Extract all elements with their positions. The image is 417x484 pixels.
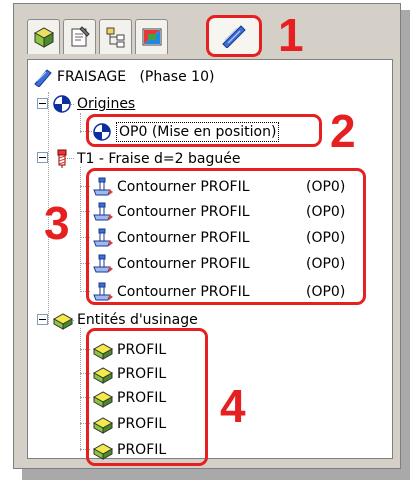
callout-box-2 xyxy=(86,114,322,147)
toolpath-icon xyxy=(34,69,52,87)
collapse-origines-toggle[interactable] xyxy=(37,98,48,109)
callout-number-4: 4 xyxy=(220,380,246,432)
collapse-tool-toggle[interactable] xyxy=(37,152,48,163)
tree-root-label: FRAISAGE (Phase 10) xyxy=(57,69,215,85)
tab-cube[interactable] xyxy=(27,19,60,54)
callout-number-1: 1 xyxy=(278,9,304,61)
tree-root-fraisage[interactable]: FRAISAGE (Phase 10) xyxy=(32,66,214,88)
machining-feature-icon xyxy=(52,313,74,330)
callout-number-2: 2 xyxy=(330,105,356,157)
tree-item-label: T1 - Fraise d=2 baguée xyxy=(77,151,241,167)
properties-icon xyxy=(71,26,90,47)
tree-item-tool-t1[interactable]: T1 - Fraise d=2 baguée xyxy=(52,148,240,170)
tree-line xyxy=(80,113,81,133)
milling-tool-icon xyxy=(57,149,67,168)
tab-tree-hierarchy[interactable] xyxy=(99,19,132,54)
tab-palette[interactable] xyxy=(135,19,168,54)
palette-icon xyxy=(142,28,162,46)
tree-hierarchy-icon xyxy=(106,27,125,48)
tree-item-origines[interactable]: Origines xyxy=(52,93,135,115)
tree-item-label: Entités d'usinage xyxy=(77,312,198,328)
cube-icon xyxy=(33,27,55,48)
tab-properties[interactable] xyxy=(63,19,96,54)
callout-number-3: 3 xyxy=(44,197,70,249)
callout-box-1 xyxy=(206,15,262,57)
origin-icon xyxy=(53,95,71,113)
tree-line xyxy=(80,328,81,451)
callout-box-3 xyxy=(86,168,366,305)
collapse-entites-toggle[interactable] xyxy=(37,314,48,325)
callout-box-4 xyxy=(86,328,208,466)
tree-item-label: Origines xyxy=(77,96,136,112)
